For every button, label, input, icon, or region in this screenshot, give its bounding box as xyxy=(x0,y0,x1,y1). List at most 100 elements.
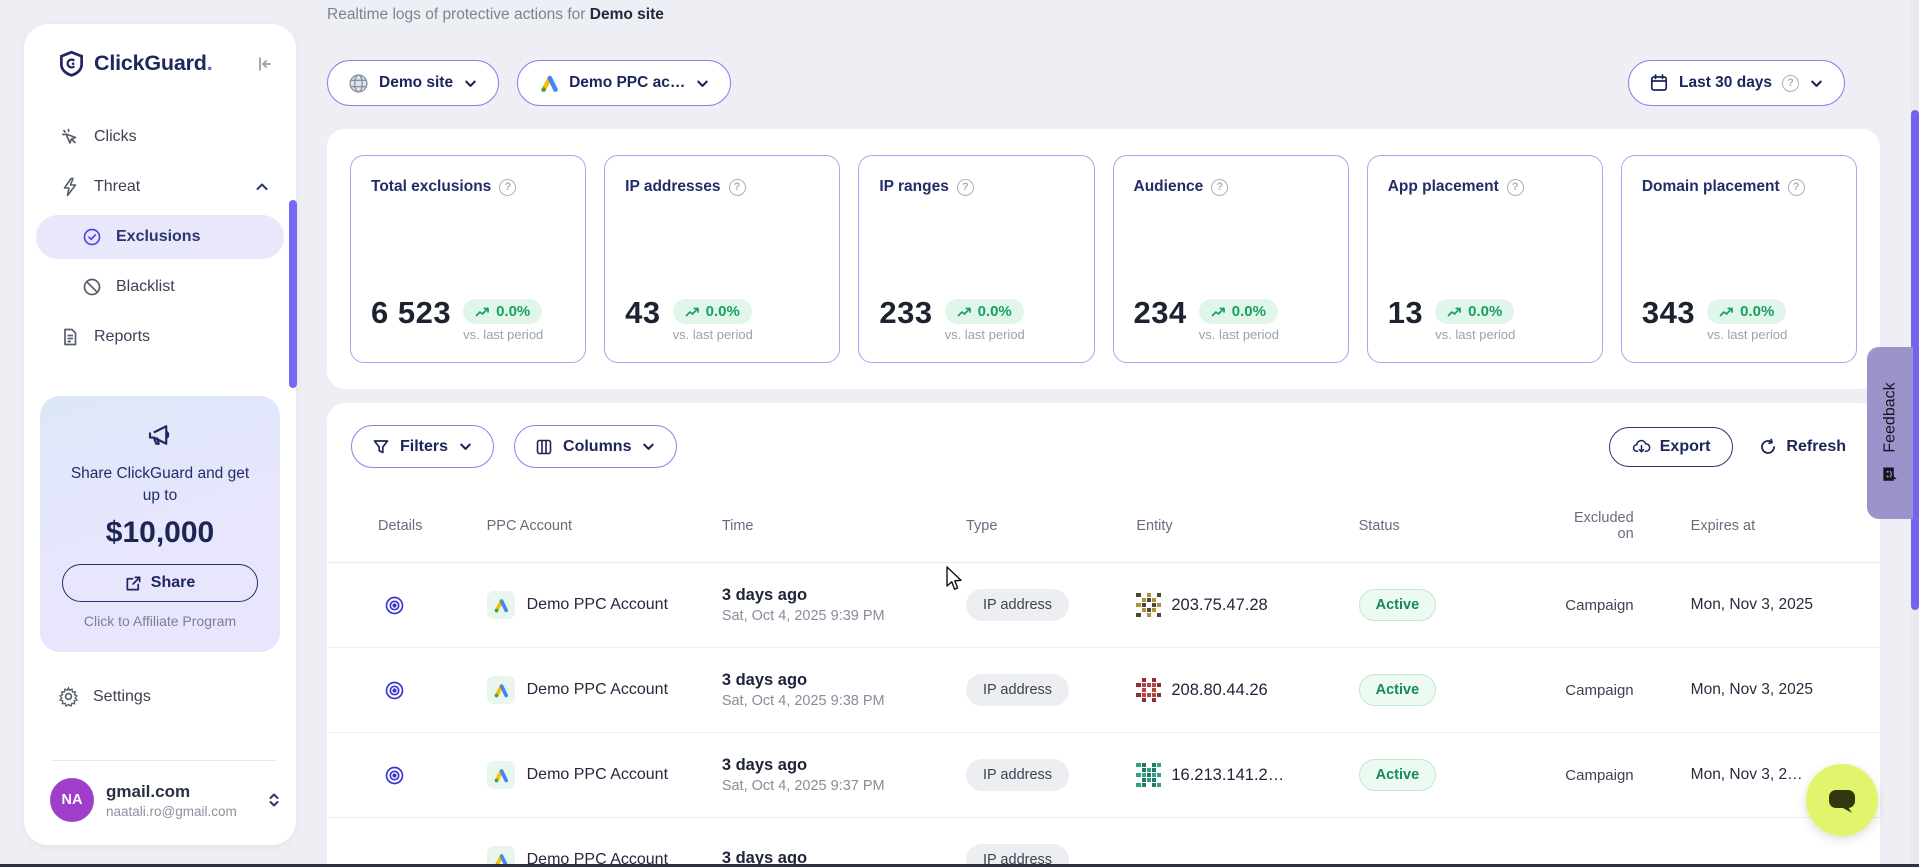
help-icon[interactable]: ? xyxy=(957,179,974,196)
status-badge: Active xyxy=(1359,674,1437,706)
share-button[interactable]: Share xyxy=(62,564,258,602)
google-ads-icon xyxy=(487,761,515,789)
sidebar-item-settings[interactable]: Settings xyxy=(58,686,151,707)
stat-label: IP addresses xyxy=(625,178,720,196)
date-range-dropdown[interactable]: Last 30 days ? xyxy=(1628,60,1845,106)
table-row[interactable]: Demo PPC Account 3 days ago Sat, Oct 4, … xyxy=(327,733,1880,818)
table-row[interactable]: Demo PPC Account 3 days ago Sat, Oct 4, … xyxy=(327,648,1880,733)
megaphone-icon xyxy=(145,420,175,455)
stat-card-ip-addresses: IP addresses? 43 0.0% vs. last period xyxy=(604,155,840,363)
google-ads-icon xyxy=(487,591,515,619)
stat-value: 234 xyxy=(1134,297,1187,342)
help-icon[interactable]: ? xyxy=(729,179,746,196)
chevron-down-icon xyxy=(458,439,473,454)
time-full: Sat, Oct 4, 2025 9:39 PM xyxy=(722,608,966,624)
sidebar-item-clicks[interactable]: Clicks xyxy=(36,115,284,159)
badge-check-icon xyxy=(82,227,102,247)
sidebar-item-threat[interactable]: Threat xyxy=(36,165,284,209)
stat-card-total-exclusions: Total exclusions? 6 523 0.0% vs. last pe… xyxy=(350,155,586,363)
avatar: NA xyxy=(50,778,94,822)
time-relative: 3 days ago xyxy=(722,586,966,605)
ppc-account-name: Demo PPC Account xyxy=(527,596,668,614)
sidebar-item-exclusions[interactable]: Exclusions xyxy=(36,215,284,259)
column-header-time[interactable]: Time xyxy=(722,518,966,534)
stat-label: Total exclusions xyxy=(371,178,491,196)
time-relative: 3 days ago xyxy=(722,756,966,775)
stat-caption: vs. last period xyxy=(463,327,543,342)
stat-card-audience: Audience? 234 0.0% vs. last period xyxy=(1113,155,1349,363)
sidebar-item-blacklist[interactable]: Blacklist xyxy=(36,265,284,309)
feedback-chat-icon xyxy=(1881,465,1900,484)
excluded-on-value: Campaign xyxy=(1556,597,1634,614)
stat-value: 43 xyxy=(625,297,660,342)
external-link-icon xyxy=(125,575,142,592)
gear-icon xyxy=(58,686,79,707)
clickguard-shield-logo-icon xyxy=(58,50,85,77)
stat-label: Domain placement xyxy=(1642,178,1780,196)
columns-dropdown[interactable]: Columns xyxy=(514,425,677,468)
column-header-ppc-account[interactable]: PPC Account xyxy=(487,518,722,534)
stat-delta-badge: 0.0% xyxy=(1707,299,1786,324)
refresh-icon xyxy=(1759,438,1777,456)
ip-identicon xyxy=(1136,593,1161,618)
clickguard-app: ClickGuard. Clicks xyxy=(0,0,1919,867)
view-details-icon[interactable] xyxy=(384,595,487,616)
type-badge: IP address xyxy=(966,759,1069,791)
nav-label: Clicks xyxy=(94,128,137,146)
chevron-down-icon xyxy=(463,76,478,91)
entity-value: 203.75.47.28 xyxy=(1171,596,1267,615)
selector-row: Demo site Demo PPC ac… xyxy=(327,60,731,106)
google-ads-icon xyxy=(487,676,515,704)
column-header-details[interactable]: Details xyxy=(378,518,487,534)
refresh-button[interactable]: Refresh xyxy=(1759,438,1846,456)
table-header-row: Details PPC Account Time Type Entity Sta… xyxy=(327,488,1880,550)
stat-delta-badge: 0.0% xyxy=(1199,299,1278,324)
help-icon: ? xyxy=(1782,75,1799,92)
column-header-excluded-on[interactable]: Excluded on xyxy=(1556,510,1634,542)
sidebar-collapse-icon[interactable] xyxy=(254,54,274,74)
stats-panel: Total exclusions? 6 523 0.0% vs. last pe… xyxy=(327,129,1880,389)
trend-up-icon xyxy=(1719,306,1734,318)
column-header-type[interactable]: Type xyxy=(966,518,1136,534)
view-details-icon[interactable] xyxy=(384,680,487,701)
stat-label: Audience xyxy=(1134,178,1204,196)
ppc-account-selector-dropdown[interactable]: Demo PPC ac… xyxy=(517,60,731,106)
lightning-icon xyxy=(60,177,80,197)
export-button[interactable]: Export xyxy=(1609,427,1734,467)
account-switcher[interactable]: NA gmail.com naatali.ro@gmail.com xyxy=(50,778,282,822)
help-icon[interactable]: ? xyxy=(1211,179,1228,196)
column-header-status[interactable]: Status xyxy=(1359,518,1556,534)
stat-caption: vs. last period xyxy=(1199,327,1279,342)
status-badge: Active xyxy=(1359,589,1437,621)
filters-dropdown[interactable]: Filters xyxy=(351,425,494,468)
view-details-icon[interactable] xyxy=(384,765,487,786)
time-full: Sat, Oct 4, 2025 9:38 PM xyxy=(722,693,966,709)
table-row[interactable]: Demo PPC Account 3 days ago Sat, Oct 4, … xyxy=(327,563,1880,648)
column-header-expires-at[interactable]: Expires at xyxy=(1634,518,1880,534)
entity-value: 208.80.44.26 xyxy=(1171,681,1267,700)
column-header-entity[interactable]: Entity xyxy=(1136,518,1358,534)
nav-label: Exclusions xyxy=(116,228,200,246)
sidebar-scrollbar-thumb[interactable] xyxy=(289,200,297,388)
ban-icon xyxy=(82,277,102,297)
site-selector-dropdown[interactable]: Demo site xyxy=(327,60,499,106)
chat-launcher-button[interactable] xyxy=(1806,764,1878,836)
stat-card-app-placement: App placement? 13 0.0% vs. last period xyxy=(1367,155,1603,363)
stat-card-ip-ranges: IP ranges? 233 0.0% vs. last period xyxy=(858,155,1094,363)
excluded-on-value: Campaign xyxy=(1556,767,1634,784)
feedback-tab[interactable]: Feedback xyxy=(1867,347,1913,519)
stat-card-domain-placement: Domain placement? 343 0.0% vs. last peri… xyxy=(1621,155,1857,363)
sidebar-item-reports[interactable]: Reports xyxy=(36,315,284,359)
help-icon[interactable]: ? xyxy=(1788,179,1805,196)
help-icon[interactable]: ? xyxy=(499,179,516,196)
sidebar: ClickGuard. Clicks xyxy=(24,24,296,845)
promo-caption[interactable]: Click to Affiliate Program xyxy=(84,613,236,629)
calendar-icon xyxy=(1649,73,1669,93)
trend-up-icon xyxy=(685,306,700,318)
cloud-download-icon xyxy=(1632,437,1651,456)
promo-text: Share ClickGuard and get up to xyxy=(65,463,255,506)
feedback-label: Feedback xyxy=(1881,382,1899,452)
stat-caption: vs. last period xyxy=(1435,327,1515,342)
table-row[interactable]: Demo PPC Account 3 days ago IP address xyxy=(327,818,1880,867)
help-icon[interactable]: ? xyxy=(1507,179,1524,196)
